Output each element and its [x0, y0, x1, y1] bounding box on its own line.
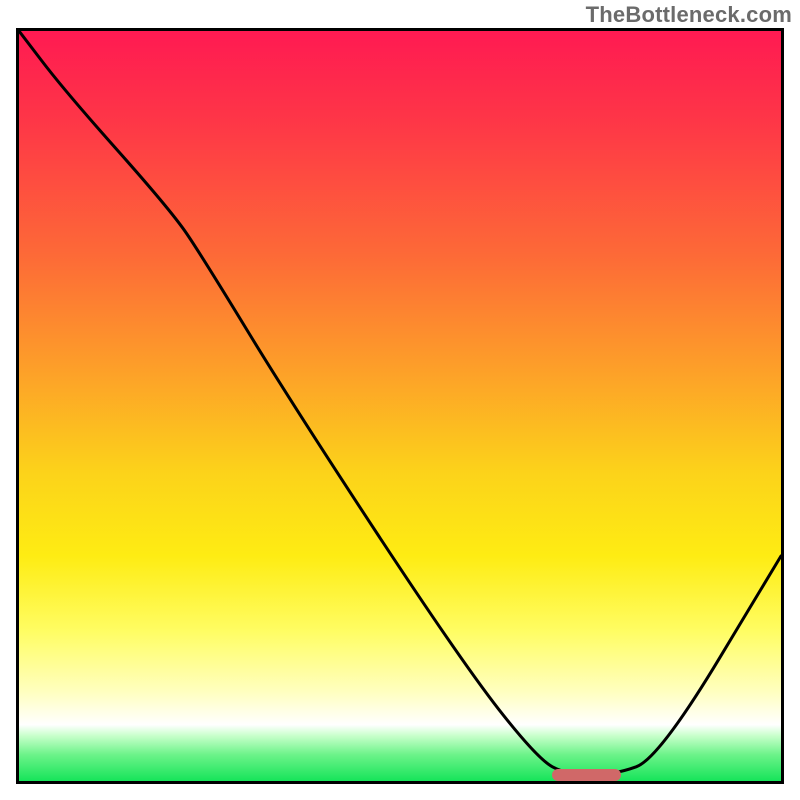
optimal-zone-marker [552, 769, 621, 781]
plot-frame [16, 28, 784, 784]
chart-container: TheBottleneck.com [0, 0, 800, 800]
heat-gradient-background [19, 31, 781, 781]
watermark-text: TheBottleneck.com [586, 2, 792, 28]
